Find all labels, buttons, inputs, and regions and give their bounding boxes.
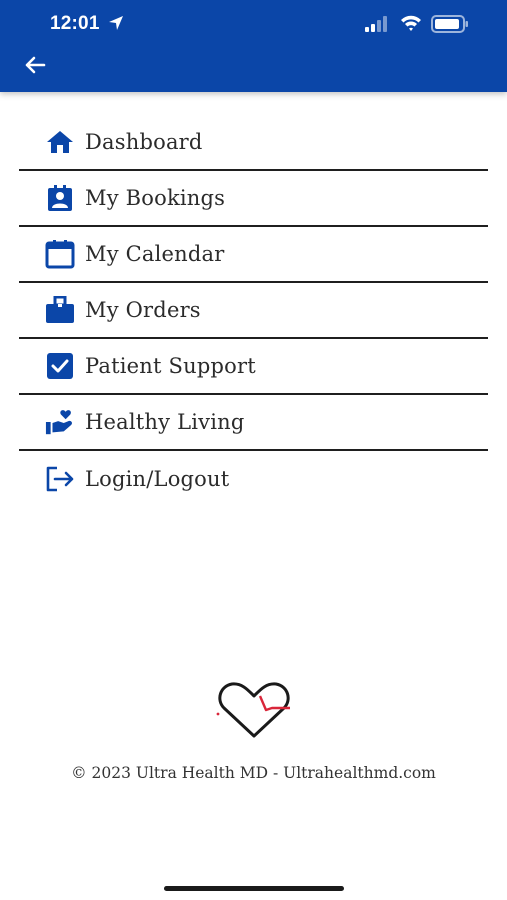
menu-label-my-calendar: My Calendar <box>85 242 225 266</box>
battery-icon <box>431 15 468 33</box>
logout-icon <box>45 464 75 494</box>
menu-item-my-orders[interactable]: My Orders <box>19 283 488 339</box>
hand-heart-icon <box>45 407 75 437</box>
orders-box-icon <box>45 295 75 325</box>
menu-item-dashboard[interactable]: Dashboard <box>19 115 488 171</box>
menu-label-dashboard: Dashboard <box>85 130 203 154</box>
back-button[interactable] <box>20 50 50 80</box>
menu-item-patient-support[interactable]: Patient Support <box>19 339 488 395</box>
menu-label-healthy-living: Healthy Living <box>85 410 245 434</box>
checkbox-icon <box>45 351 75 381</box>
home-icon <box>45 127 75 157</box>
menu-label-login-logout: Login/Logout <box>85 467 230 491</box>
status-time: 12:01 <box>50 13 100 34</box>
menu-item-my-bookings[interactable]: My Bookings <box>19 171 488 227</box>
home-indicator[interactable] <box>164 886 344 891</box>
contact-card-icon <box>45 183 75 213</box>
cellular-signal-icon <box>365 16 387 32</box>
arrow-left-icon <box>25 56 46 74</box>
app-header: 12:01 <box>0 0 507 92</box>
location-arrow-icon <box>109 16 123 30</box>
footer-copyright: © 2023 Ultra Health MD - Ultrahealthmd.c… <box>71 764 436 782</box>
wifi-icon <box>401 15 421 31</box>
calendar-icon <box>45 239 75 269</box>
menu-item-my-calendar[interactable]: My Calendar <box>19 227 488 283</box>
side-menu: Dashboard My Bookings My Calendar My Ord… <box>19 115 488 507</box>
menu-label-my-orders: My Orders <box>85 298 201 322</box>
menu-item-healthy-living[interactable]: Healthy Living <box>19 395 488 451</box>
menu-label-patient-support: Patient Support <box>85 354 256 378</box>
menu-item-login-logout[interactable]: Login/Logout <box>19 451 488 507</box>
ultra-health-heart-logo <box>216 682 290 738</box>
menu-label-my-bookings: My Bookings <box>85 186 226 210</box>
